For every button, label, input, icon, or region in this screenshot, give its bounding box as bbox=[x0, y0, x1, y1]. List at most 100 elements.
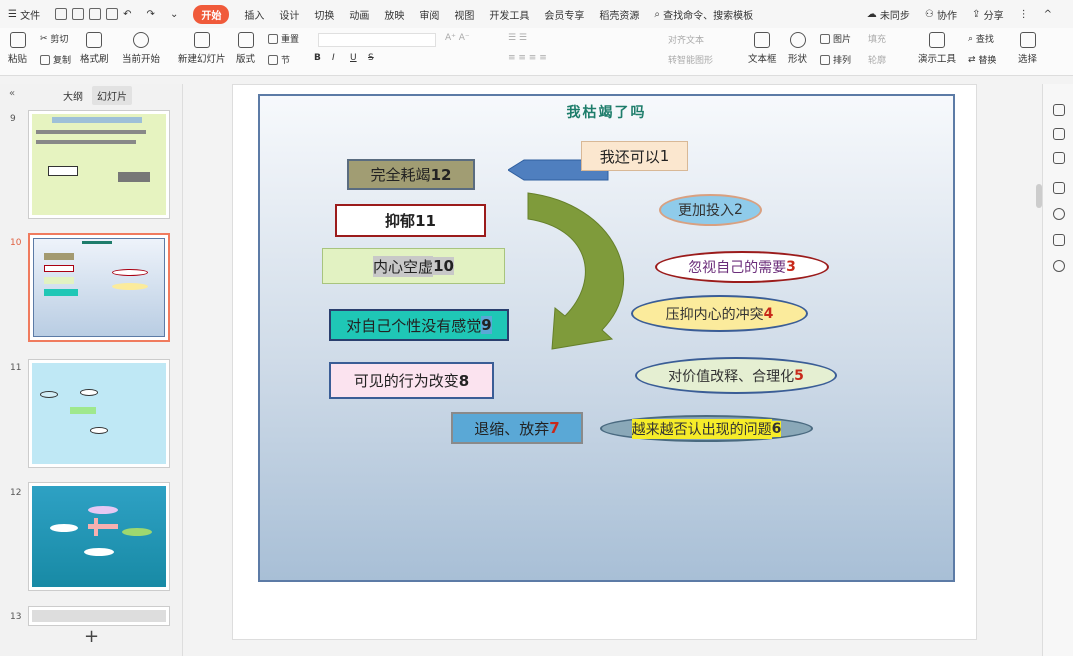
text-box-button[interactable]: 文本框 bbox=[748, 32, 777, 65]
stage-4-oval[interactable]: 压抑内心的冲突 4 bbox=[631, 295, 808, 332]
collapse-ribbon-icon[interactable]: ^ bbox=[1044, 9, 1052, 20]
tab-outline[interactable]: 大纲 bbox=[58, 86, 88, 105]
collapse-panel-icon[interactable]: « bbox=[4, 86, 20, 101]
stage-1-text: 我还可以 bbox=[599, 147, 660, 166]
tab-animation[interactable]: 动画 bbox=[349, 7, 369, 22]
export-icon[interactable] bbox=[72, 8, 85, 20]
tab-slideshow[interactable]: 放映 bbox=[384, 7, 404, 22]
tab-view[interactable]: 视图 bbox=[454, 7, 474, 22]
stage-10-number: 10 bbox=[433, 257, 454, 275]
arrange-button[interactable]: 排列 bbox=[820, 53, 851, 66]
stage-2-text: 更加投入 bbox=[678, 203, 735, 219]
slide-thumbnail-9[interactable] bbox=[28, 110, 170, 219]
play-from-current-button[interactable]: 当前开始 bbox=[122, 32, 160, 65]
preview-icon[interactable] bbox=[106, 8, 119, 20]
layers-icon[interactable] bbox=[1053, 182, 1065, 194]
present-tools-label: 演示工具 bbox=[918, 54, 957, 65]
stage-9-box[interactable]: 对自己个性没有感觉 9 bbox=[329, 309, 509, 341]
cut-button[interactable]: ✂ 剪切 bbox=[40, 32, 68, 46]
tab-slides[interactable]: 幻灯片 bbox=[92, 86, 132, 105]
stage-1-box[interactable]: 我还可以 1 bbox=[581, 141, 688, 171]
format-painter-button[interactable]: 格式刷 bbox=[80, 32, 109, 65]
copy-button[interactable]: 复制 bbox=[40, 53, 71, 66]
table-icon[interactable] bbox=[1053, 234, 1065, 246]
fill-button[interactable]: 填充 bbox=[868, 32, 886, 45]
tab-design[interactable]: 设计 bbox=[279, 7, 299, 22]
paste-button[interactable]: 粘贴 bbox=[8, 32, 27, 65]
layout-button[interactable]: 版式 bbox=[236, 32, 255, 65]
search-box[interactable]: ⌕ 查找命令、搜索模板 bbox=[654, 7, 753, 22]
stage-9-number: 9 bbox=[481, 316, 492, 334]
scissors-icon: ✂ bbox=[40, 33, 48, 44]
design-icon[interactable] bbox=[1053, 104, 1065, 116]
help-icon[interactable] bbox=[1053, 208, 1065, 220]
shape-button[interactable]: 形状 bbox=[788, 32, 807, 65]
stage-10-text: 内心空虚 bbox=[373, 255, 434, 277]
add-slide-button[interactable]: + bbox=[84, 626, 99, 647]
save-icon[interactable] bbox=[55, 8, 68, 20]
align-icons[interactable]: ≡ ≡ ≡ ≡ bbox=[508, 53, 547, 63]
align-text-button[interactable]: 对齐文本 bbox=[668, 33, 704, 46]
font-name-select[interactable] bbox=[318, 33, 436, 47]
slide-thumbnail-10[interactable] bbox=[28, 233, 170, 342]
smart-art-button[interactable]: 转智能图形 bbox=[668, 53, 713, 66]
select-button[interactable]: 选择 bbox=[1018, 32, 1037, 65]
find-button[interactable]: ⌕ 查找 bbox=[968, 32, 994, 46]
thumb-box bbox=[118, 172, 150, 182]
replace-button[interactable]: ⇄ 替换 bbox=[968, 53, 996, 67]
bold-button[interactable]: B bbox=[314, 53, 321, 63]
section-button[interactable]: 节 bbox=[268, 53, 290, 66]
stage-3-oval[interactable]: 忽视自己的需要 3 bbox=[655, 251, 829, 283]
stage-7-box[interactable]: 退缩、放弃 7 bbox=[451, 412, 583, 444]
stage-10-box[interactable]: 内心空虚 10 bbox=[322, 248, 505, 284]
undo-icon[interactable]: ↶ bbox=[123, 9, 131, 20]
tab-review[interactable]: 审阅 bbox=[419, 7, 439, 22]
sync-button[interactable]: ☁ 未同步 bbox=[867, 7, 910, 22]
slide-thumbnail-11[interactable] bbox=[28, 359, 170, 468]
editing-canvas: 我枯竭了吗 完全耗竭 12 抑郁 11 内心空虚 10 对自己个性没有感觉 9 … bbox=[184, 84, 1042, 656]
cursor-icon bbox=[1019, 32, 1036, 48]
print-icon[interactable] bbox=[89, 8, 102, 20]
tab-home[interactable]: 开始 bbox=[193, 4, 230, 24]
present-tools-icon bbox=[929, 32, 945, 48]
more-options-icon[interactable]: ⋮ bbox=[1019, 9, 1029, 20]
stage-6-oval[interactable]: 越来越否认出现的问题 6 bbox=[600, 415, 813, 442]
menu-icon[interactable]: ☰ 文件 bbox=[8, 7, 40, 22]
stage-8-box[interactable]: 可见的行为改变 8 bbox=[329, 362, 494, 399]
tab-resources[interactable]: 稻壳资源 bbox=[599, 7, 639, 22]
slide-thumbnail-13[interactable] bbox=[28, 606, 170, 626]
stage-5-oval[interactable]: 对价值改释、合理化 5 bbox=[635, 357, 837, 394]
tab-insert[interactable]: 插入 bbox=[244, 7, 264, 22]
italic-button[interactable]: I bbox=[332, 53, 335, 63]
collab-button[interactable]: ⚇ 协作 bbox=[925, 7, 957, 22]
slide[interactable]: 我枯竭了吗 完全耗竭 12 抑郁 11 内心空虚 10 对自己个性没有感觉 9 … bbox=[258, 94, 955, 582]
tab-transition[interactable]: 切换 bbox=[314, 7, 334, 22]
thumb-title-bar bbox=[52, 117, 142, 123]
new-slide-button[interactable]: 新建幻灯片 bbox=[178, 32, 226, 65]
stage-12-box[interactable]: 完全耗竭 12 bbox=[347, 159, 475, 190]
present-tools-button[interactable]: 演示工具 bbox=[918, 32, 956, 65]
settings-sliders-icon[interactable] bbox=[1053, 128, 1065, 140]
location-icon[interactable] bbox=[1053, 260, 1065, 272]
font-size-increase-icon[interactable]: A⁺ A⁻ bbox=[445, 33, 470, 43]
find-label: 查找 bbox=[975, 35, 994, 45]
stage-2-oval[interactable]: 更加投入 2 bbox=[659, 194, 762, 226]
share-button[interactable]: ⇪ 分享 bbox=[972, 7, 1004, 22]
tab-member[interactable]: 会员专享 bbox=[544, 7, 584, 22]
picture-button[interactable]: 图片 bbox=[820, 32, 851, 45]
bullet-list-icon[interactable]: ☰ ☰ bbox=[508, 33, 527, 43]
more-icon[interactable]: ⌄ bbox=[170, 9, 178, 20]
outline-button[interactable]: 轮廓 bbox=[868, 53, 886, 66]
redo-icon[interactable]: ↷ bbox=[147, 9, 155, 20]
tab-developer[interactable]: 开发工具 bbox=[489, 7, 529, 22]
file-menu[interactable]: 文件 bbox=[20, 7, 40, 22]
star-icon[interactable] bbox=[1053, 152, 1065, 164]
thumb-oval bbox=[88, 506, 118, 514]
underline-button[interactable]: U bbox=[350, 53, 357, 63]
strikethrough-button[interactable]: S bbox=[368, 53, 374, 63]
stage-11-box[interactable]: 抑郁 11 bbox=[335, 204, 486, 237]
slide-thumbnail-12[interactable] bbox=[28, 482, 170, 591]
reset-button[interactable]: 重置 bbox=[268, 32, 299, 45]
stage-12-number: 12 bbox=[430, 165, 452, 184]
replace-icon: ⇄ bbox=[968, 54, 976, 65]
